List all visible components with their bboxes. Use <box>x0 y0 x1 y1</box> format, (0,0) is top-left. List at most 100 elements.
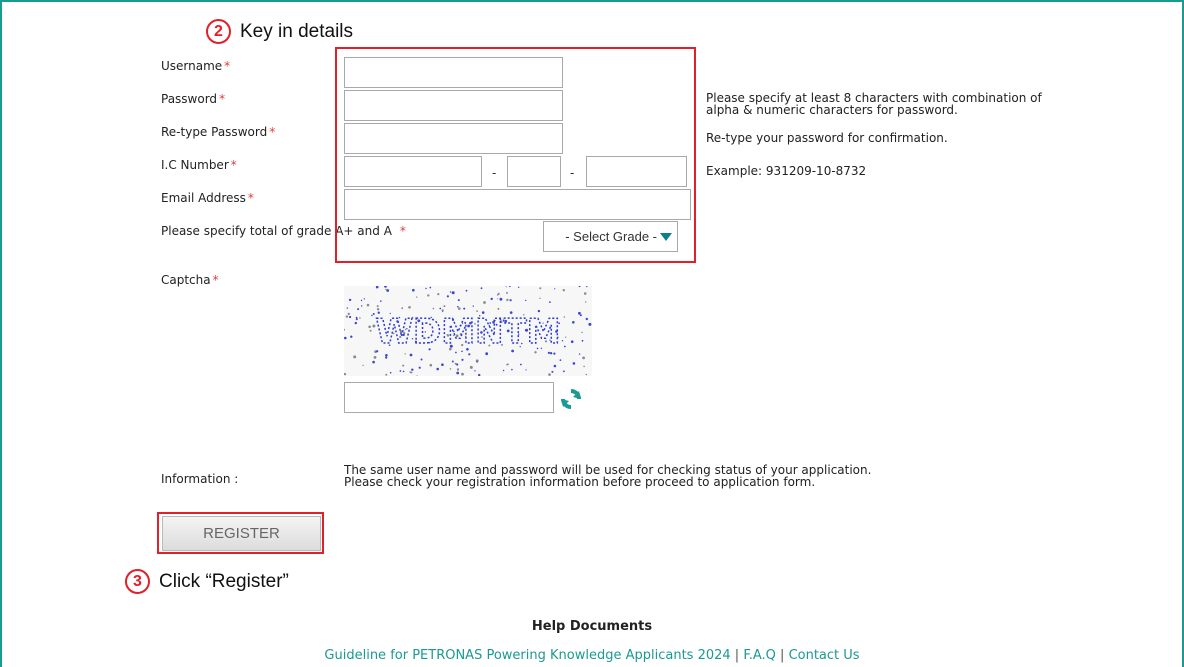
captcha-noise-dot <box>439 307 442 310</box>
captcha-noise-dot <box>563 370 565 373</box>
information-label: Information : <box>161 472 239 486</box>
registration-page: 2 Key in details Username * Password * Re-… <box>0 0 1184 667</box>
link-separator: | <box>734 648 740 663</box>
captcha-noise-dot <box>429 286 432 289</box>
captcha-noise-dot <box>412 288 415 292</box>
captcha-noise-dot <box>359 317 361 319</box>
username-label-text: Username <box>161 59 223 73</box>
captcha-label: Captcha * <box>161 273 219 287</box>
captcha-noise-dot <box>583 365 585 368</box>
captcha-noise-dot <box>585 317 588 321</box>
contact-us-link[interactable]: Contact Us <box>789 648 860 663</box>
captcha-noise-dot <box>456 371 460 375</box>
captcha-noise-dot <box>559 359 562 361</box>
captcha-noise-dot <box>581 339 584 342</box>
captcha-noise-dot <box>505 286 507 288</box>
required-mark: * <box>212 273 219 287</box>
captcha-noise-dot <box>588 322 592 326</box>
captcha-noise-dot <box>362 364 364 366</box>
captcha-noise-dot <box>380 300 382 302</box>
callout-text-3: Click “Register” <box>159 570 289 592</box>
captcha-text: WDMNTM <box>375 312 560 352</box>
captcha-noise-dot <box>399 370 402 372</box>
captcha-noise-dot <box>402 370 405 373</box>
captcha-noise-dot <box>348 298 352 302</box>
captcha-noise-dot <box>561 340 564 342</box>
faq-link[interactable]: F.A.Q <box>743 648 776 663</box>
email-label-text: Email Address <box>161 191 246 205</box>
password-label: Password * <box>161 92 225 106</box>
captcha-noise-dot <box>411 368 414 371</box>
captcha-noise-dot <box>468 353 471 356</box>
captcha-noise-dot <box>389 371 392 374</box>
captcha-noise-dot <box>357 308 360 311</box>
step-number-2: 2 <box>206 19 231 44</box>
captcha-noise-dot <box>553 364 557 368</box>
captcha-noise-dot <box>449 368 452 370</box>
captcha-noise-dot <box>549 352 553 355</box>
captcha-noise-dot <box>539 297 541 299</box>
captcha-noise-dot <box>456 368 460 371</box>
captcha-noise-dot <box>354 321 357 325</box>
captcha-noise-dot <box>410 371 413 374</box>
captcha-noise-dot <box>454 362 457 365</box>
captcha-noise-dot <box>518 286 520 288</box>
captcha-noise-dot <box>499 297 503 301</box>
captcha-noise-dot <box>418 366 421 369</box>
captcha-noise-dot <box>551 370 554 373</box>
required-mark: * <box>247 191 254 205</box>
captcha-noise-dot <box>511 368 513 371</box>
email-label: Email Address * <box>161 191 254 205</box>
captcha-noise-dot <box>355 316 358 319</box>
captcha-noise-dot <box>564 345 566 348</box>
information-line2: Please check your registration informati… <box>344 475 816 489</box>
captcha-noise-dot <box>582 356 585 360</box>
captcha-noise-dot <box>525 369 527 371</box>
help-links: Guideline for PETRONAS Powering Knowledg… <box>2 648 1182 663</box>
captcha-noise-dot <box>583 292 587 295</box>
captcha-noise-dot <box>474 370 476 372</box>
captcha-noise-dot <box>497 307 500 310</box>
captcha-noise-dot <box>572 362 576 365</box>
captcha-noise-dot <box>436 367 439 371</box>
captcha-noise-dot <box>386 289 390 292</box>
captcha-noise-dot <box>349 315 352 319</box>
refresh-icon[interactable] <box>559 387 583 411</box>
captcha-noise-dot <box>361 305 363 307</box>
captcha-noise-dot <box>376 305 379 308</box>
captcha-noise-dot <box>346 307 348 309</box>
required-mark: * <box>269 125 276 139</box>
captcha-noise-dot <box>457 299 460 302</box>
callout-step-2: 2 Key in details <box>206 19 353 44</box>
captcha-input[interactable] <box>344 382 554 413</box>
captcha-noise-dot <box>420 358 423 361</box>
captcha-noise-dot <box>404 353 406 355</box>
captcha-noise-dot <box>451 291 455 295</box>
password-hint-line2: alpha & numeric characters for password. <box>706 103 958 117</box>
captcha-noise-dot <box>385 288 387 291</box>
captcha-image: WDMNTM <box>344 286 592 376</box>
captcha-noise-dot <box>347 312 350 316</box>
captcha-noise-dot <box>539 287 542 290</box>
captcha-noise-dot <box>565 336 567 338</box>
guideline-link[interactable]: Guideline for PETRONAS Powering Knowledg… <box>324 648 730 663</box>
captcha-noise-dot <box>520 363 522 366</box>
captcha-noise-dot <box>441 363 444 366</box>
required-mark: * <box>224 59 231 73</box>
captcha-noise-dot <box>547 351 550 354</box>
captcha-noise-dot <box>509 299 512 302</box>
captcha-noise-dot <box>372 313 375 315</box>
captcha-noise-dot <box>578 311 581 315</box>
captcha-noise-dot <box>345 315 349 318</box>
callout-text-2: Key in details <box>240 20 354 42</box>
step-number-3: 3 <box>125 569 150 594</box>
captcha-noise-dot <box>463 307 466 310</box>
captcha-noise-dot <box>490 297 493 301</box>
ic-number-label: I.C Number * <box>161 158 237 172</box>
captcha-noise-dot <box>585 301 587 303</box>
captcha-noise-dot <box>449 291 452 293</box>
captcha-noise-dot <box>350 335 353 338</box>
captcha-noise-dot <box>451 360 454 363</box>
captcha-noise-dot <box>461 358 464 361</box>
username-label: Username * <box>161 59 230 73</box>
